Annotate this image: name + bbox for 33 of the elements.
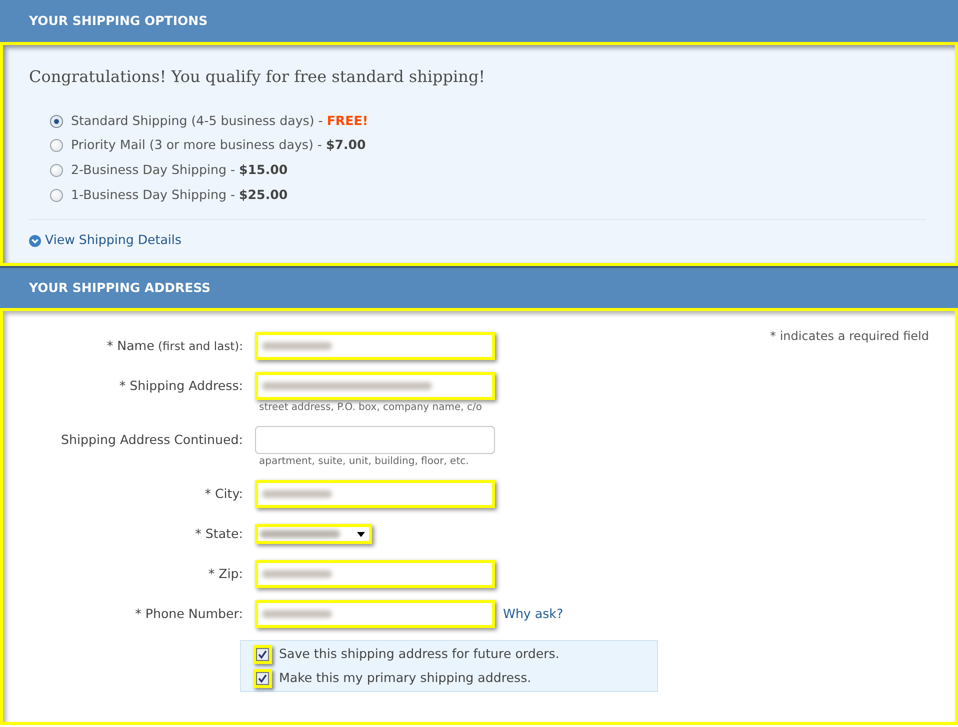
radio-button[interactable] <box>50 139 63 152</box>
field-label: * Name (first and last): <box>106 336 243 355</box>
field-label: * State: <box>194 524 243 543</box>
free-shipping-message: Congratulations! You qualify for free standard shipping! <box>29 66 486 88</box>
checkbox[interactable] <box>253 668 272 688</box>
chevron-down-circle-icon <box>29 234 41 247</box>
checkmark-icon <box>258 650 267 658</box>
shipping-option-label[interactable]: 1-Business Day Shipping - $25.00 <box>71 186 288 205</box>
checkmark-icon <box>258 674 267 682</box>
input-field[interactable] <box>255 426 495 454</box>
section-title: YOUR SHIPPING ADDRESS <box>29 278 211 297</box>
shipping-option-label[interactable]: Priority Mail (3 or more business days) - $7.00 <box>71 136 366 156</box>
field-hint: street address, P.O. box, company name, c/o <box>259 402 482 414</box>
field-label: * Shipping Address: <box>118 376 243 395</box>
caret-down-icon <box>357 532 365 536</box>
radio-button[interactable] <box>50 114 63 128</box>
section-title: YOUR SHIPPING OPTIONS <box>29 12 208 30</box>
field-label: * City: <box>204 484 243 503</box>
checkbox-label[interactable]: Make this my primary shipping address. <box>279 668 532 688</box>
why-ask-link[interactable]: Why ask? <box>503 604 564 624</box>
radio-button[interactable] <box>50 188 63 202</box>
select-field[interactable] <box>255 524 372 544</box>
field-label: * Phone Number: <box>134 604 243 623</box>
field-label: * Zip: <box>207 564 243 583</box>
view-shipping-details-link[interactable]: View Shipping Details <box>29 231 182 250</box>
radio-button[interactable] <box>50 164 63 177</box>
field-label: Shipping Address Continued: <box>60 430 243 449</box>
field-hint: apartment, suite, unit, building, floor, etc. <box>259 456 469 468</box>
required-field-note: * indicates a required field <box>770 329 929 343</box>
checkbox[interactable] <box>253 644 272 664</box>
checkbox-label[interactable]: Save this shipping address for future orders. <box>279 644 560 664</box>
shipping-option-label[interactable]: 2-Business Day Shipping - $15.00 <box>71 161 288 180</box>
shipping-option-label[interactable]: Standard Shipping (4-5 business days) - FREE! <box>71 112 368 131</box>
